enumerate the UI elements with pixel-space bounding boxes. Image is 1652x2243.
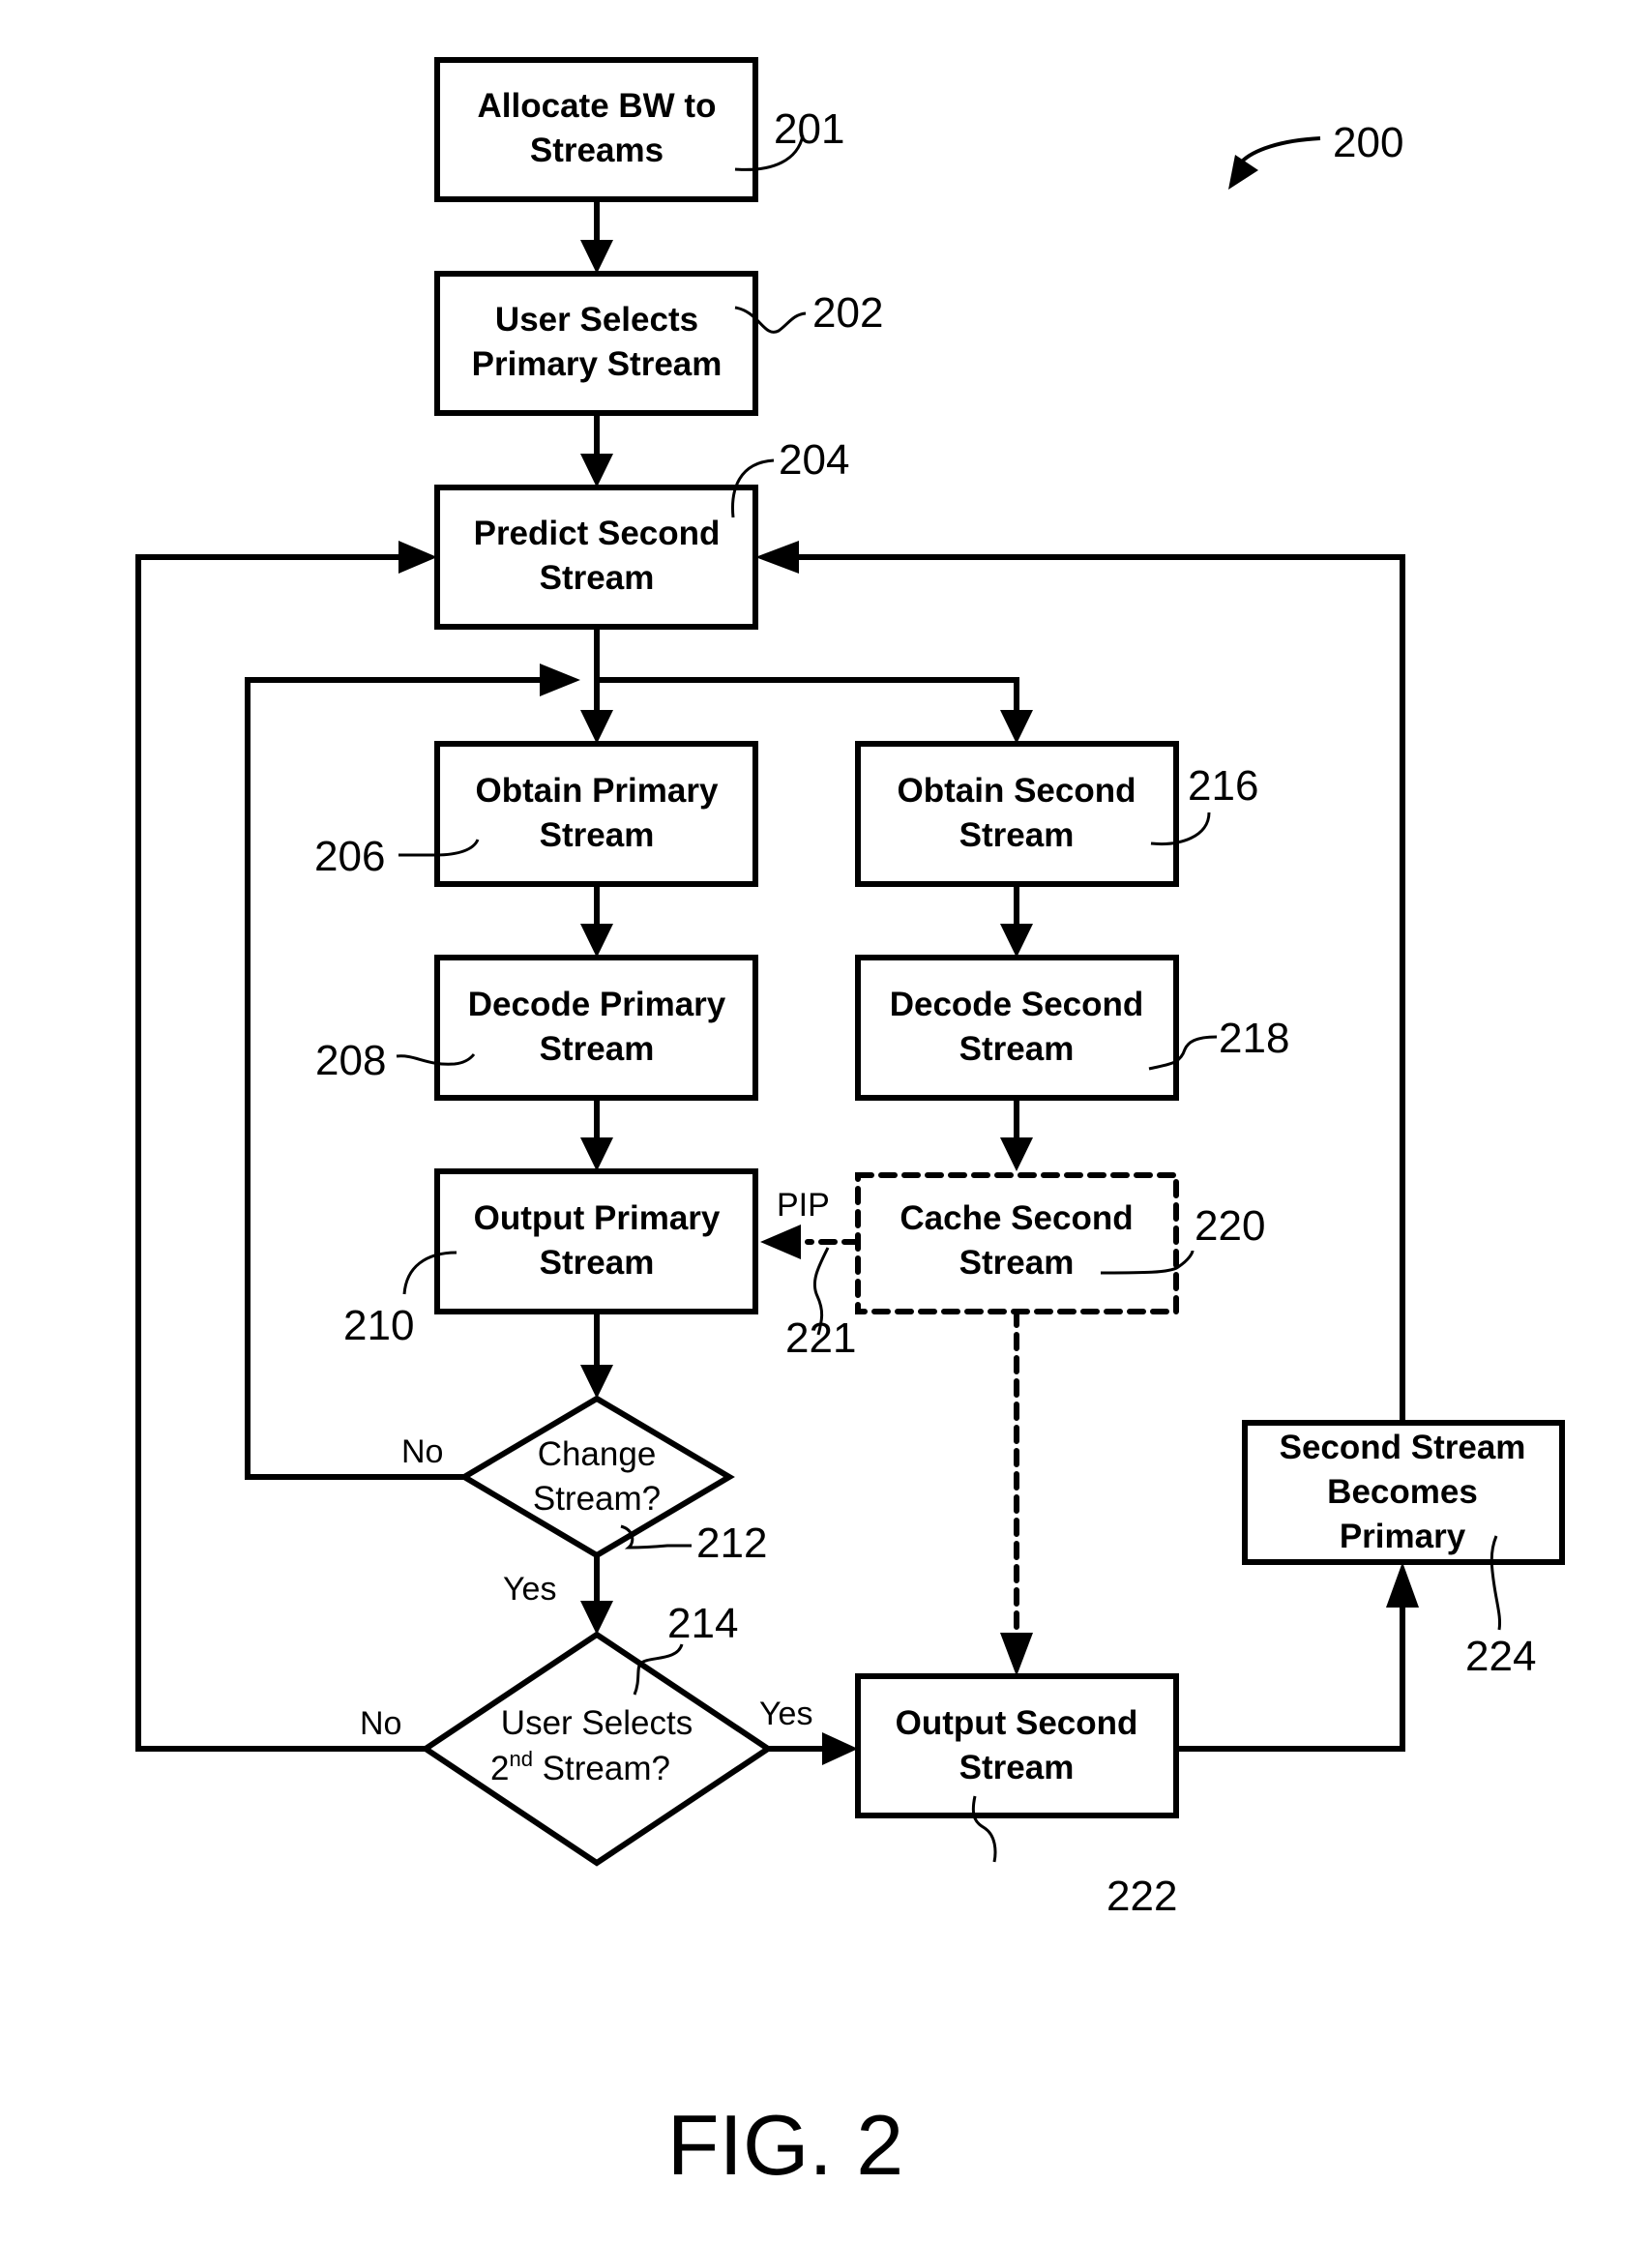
figure-label: FIG. 2 [667,2097,904,2193]
arrowhead-icon [580,1137,613,1171]
edge-label-yes: Yes [503,1571,556,1608]
ref-202: 202 [812,289,883,337]
svg-text:Becomes: Becomes [1327,1473,1478,1511]
ref-201: 201 [774,105,844,153]
edge-210-212 [580,1312,613,1399]
svg-text:Stream: Stream [540,1244,655,1282]
svg-text:Stream: Stream [540,816,655,854]
svg-text:Streams: Streams [530,132,664,169]
svg-text:Stream: Stream [959,816,1075,854]
edge-208-210 [580,1098,613,1171]
svg-text:Output Primary: Output Primary [474,1199,721,1237]
node-decode-second: Decode Second Stream 218 [855,955,1289,1101]
figure-ref-label: 200 [1333,119,1403,166]
arrowhead-icon [540,664,580,696]
node-obtain-second: Obtain Second Stream 216 [855,741,1258,887]
ref-214: 214 [667,1600,738,1647]
arrowhead-icon [580,240,613,274]
decision-user-selects-2nd: User Selects 2nd Stream? 214 [420,1600,774,1867]
edge-201-202 [580,199,613,274]
svg-text:Stream: Stream [959,1749,1075,1786]
decision-change-stream: Change Stream? 212 [458,1395,767,1567]
edge-label-no: No [401,1433,443,1470]
ref-221: 221 [785,1314,856,1362]
arrowhead-icon [580,1601,613,1635]
svg-text:Primary: Primary [1340,1518,1466,1555]
node-cache-second: Cache Second Stream 220 [855,1172,1265,1314]
ref-216: 216 [1188,762,1258,810]
edge-212-yes: Yes [503,1555,613,1635]
svg-text:Stream?: Stream? [533,1480,661,1518]
edge-204-branch [580,627,1033,744]
arrowhead-icon [580,710,613,744]
edge-label-yes: Yes [759,1696,812,1732]
svg-text:Decode Primary: Decode Primary [468,986,726,1023]
svg-text:Second Stream: Second Stream [1280,1429,1526,1466]
svg-text:Stream: Stream [959,1030,1075,1068]
edge-220-222 [1000,1309,1033,1676]
arrowhead-icon [1000,710,1033,744]
ref-204: 204 [779,436,849,484]
flowchart: 200 No Yes No Yes PIP 221 Allocate BW to… [135,57,1565,2193]
ref-220: 220 [1195,1202,1265,1250]
svg-text:Obtain Primary: Obtain Primary [476,772,719,810]
arrowhead-icon [760,1225,801,1259]
svg-text:Predict Second: Predict Second [474,515,721,552]
arrowhead-icon [1000,1137,1033,1171]
edge-label-no: No [360,1705,401,1742]
svg-text:Stream: Stream [540,559,655,597]
edge-pip: PIP 221 [760,1187,861,1362]
svg-text:Cache Second: Cache Second [900,1199,1133,1237]
svg-text:Primary Stream: Primary Stream [472,345,723,383]
svg-text:Output Second: Output Second [896,1704,1138,1742]
edge-214-yes: Yes [759,1696,858,1765]
edge-202-204 [580,413,613,487]
arrowhead-icon [755,541,799,574]
arrowhead-icon [580,924,613,958]
arrowhead-icon [398,541,437,574]
arrowhead-icon [1386,1562,1419,1608]
node-output-primary: Output Primary Stream 210 [343,1168,758,1349]
ref-206: 206 [314,833,385,880]
node-obtain-primary: Obtain Primary Stream 206 [314,741,758,887]
svg-text:Decode Second: Decode Second [890,986,1144,1023]
ref-208: 208 [315,1037,386,1084]
ref-212: 212 [696,1520,767,1567]
edge-222-224 [1176,1562,1419,1752]
edge-216-218 [1000,884,1033,958]
edge-214-no: No [135,541,437,1752]
node-decode-primary: Decode Primary Stream 208 [315,955,758,1101]
edge-label-pip: PIP [777,1187,830,1224]
node-user-selects-primary: User Selects Primary Stream 202 [434,271,883,416]
figure-ref-200: 200 [1228,119,1403,190]
edge-206-208 [580,884,613,958]
arrowhead-icon [1000,1633,1033,1676]
svg-text:Obtain Second: Obtain Second [898,772,1136,810]
arrowhead-icon [580,454,613,487]
arrowhead-icon [1000,924,1033,958]
edge-218-220 [1000,1098,1033,1171]
ref-210: 210 [343,1302,414,1349]
svg-text:User Selects: User Selects [501,1704,693,1742]
ref-218: 218 [1219,1015,1289,1062]
svg-text:User Selects: User Selects [495,301,698,339]
svg-text:Allocate BW to: Allocate BW to [478,87,717,125]
node-predict-second: Predict Second Stream 204 [434,436,849,630]
ref-222: 222 [1106,1873,1177,1920]
node-allocate-bw: Allocate BW to Streams 201 [434,57,844,202]
arrowhead-icon [580,1365,613,1399]
svg-text:Change: Change [538,1435,657,1473]
ref-224: 224 [1465,1633,1536,1680]
svg-text:Stream: Stream [959,1244,1075,1282]
arrowhead-icon [822,1732,858,1765]
node-output-second: Output Second Stream 222 [855,1673,1179,1920]
svg-text:Stream: Stream [540,1030,655,1068]
